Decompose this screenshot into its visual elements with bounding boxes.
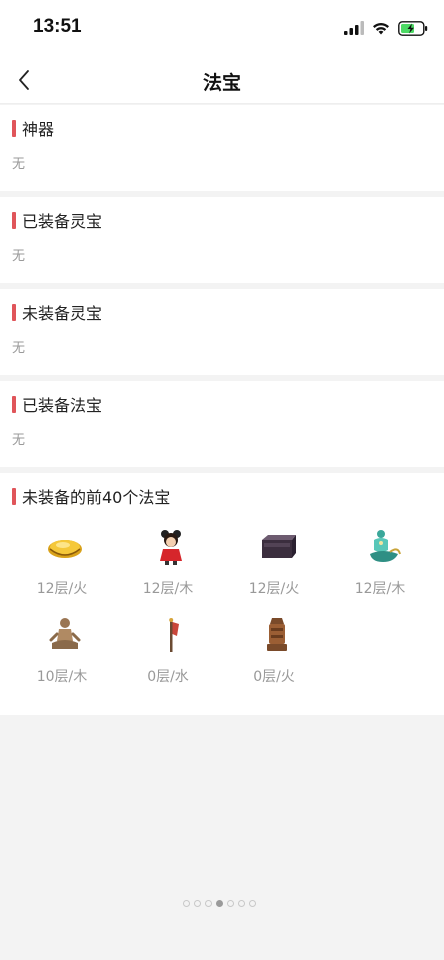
treasure-label: 12层/木 <box>142 581 194 597</box>
section-header: 已装备灵宝 <box>12 210 103 231</box>
section-header: 已装备法宝 <box>12 394 103 415</box>
page-dot[interactable] <box>205 900 212 907</box>
section-title: 已装备灵宝 <box>22 212 103 231</box>
signal-icon <box>344 21 364 35</box>
section-unequipped-lingbao: 未装备灵宝 无 <box>0 289 444 375</box>
section-equipped-fabao: 已装备法宝 无 <box>0 381 444 467</box>
treasure-item[interactable]: 10层/木 <box>9 616 115 696</box>
section-header: 未装备的前40个法宝 <box>12 486 171 507</box>
page-dot[interactable] <box>249 900 256 907</box>
section-title: 神器 <box>22 120 55 139</box>
section-accent-bar <box>12 119 16 137</box>
page-indicator <box>183 900 256 907</box>
section-title: 未装备的前40个法宝 <box>22 488 171 507</box>
treasure-label: 12层/木 <box>354 581 406 597</box>
treasure-item[interactable]: 12层/木 <box>327 528 433 608</box>
section-equipped-lingbao: 已装备灵宝 无 <box>0 197 444 283</box>
treasure-item[interactable]: 0层/水 <box>115 616 221 696</box>
battery-charging-icon <box>398 20 428 36</box>
page-dot[interactable] <box>238 900 245 907</box>
status-bar: 13:51 <box>0 0 444 56</box>
status-icons <box>344 18 428 38</box>
page-dot[interactable] <box>227 900 234 907</box>
section-unequipped-fabao: 未装备的前40个法宝 12层/火 12层/木 12层/火 12层/木 10层/木… <box>0 473 444 715</box>
section-header: 神器 <box>12 118 55 139</box>
section-title: 未装备灵宝 <box>22 304 103 323</box>
page-dot-active[interactable] <box>216 900 223 907</box>
treasure-label: 0层/水 <box>147 669 189 685</box>
page-title: 法宝 <box>202 72 241 94</box>
bronze-seal-icon <box>267 618 287 651</box>
page-dot[interactable] <box>183 900 190 907</box>
section-accent-bar <box>12 303 16 321</box>
dark-box-icon <box>262 535 296 558</box>
section-accent-bar <box>12 211 16 229</box>
empty-placeholder: 无 <box>12 249 26 264</box>
status-time: 13:51 <box>33 16 82 37</box>
treasure-label: 0层/火 <box>253 669 295 685</box>
wifi-icon <box>373 22 389 35</box>
gold-ingot-icon <box>48 540 82 558</box>
sitting-figure-icon <box>49 618 81 649</box>
empty-placeholder: 无 <box>12 433 26 448</box>
treasure-item[interactable]: 12层/火 <box>221 528 327 608</box>
treasure-label: 12层/火 <box>36 581 88 597</box>
section-accent-bar <box>12 395 16 413</box>
doll-figure-icon <box>160 530 182 565</box>
treasure-label: 12层/火 <box>248 581 300 597</box>
navigation-bar: 法宝 <box>0 56 444 104</box>
section-artifacts: 神器 无 <box>0 105 444 191</box>
treasure-label: 10层/木 <box>36 669 88 685</box>
section-header: 未装备灵宝 <box>12 302 103 323</box>
empty-placeholder: 无 <box>12 157 26 172</box>
section-title: 已装备法宝 <box>22 396 103 415</box>
treasure-item[interactable]: 12层/火 <box>9 528 115 608</box>
treasure-item[interactable]: 0层/火 <box>221 616 327 696</box>
page-dot[interactable] <box>194 900 201 907</box>
section-accent-bar <box>12 487 16 505</box>
lamp-genie-icon <box>370 530 401 562</box>
flag-staff-icon <box>169 618 179 652</box>
empty-placeholder: 无 <box>12 341 26 356</box>
treasure-item[interactable]: 12层/木 <box>115 528 221 608</box>
